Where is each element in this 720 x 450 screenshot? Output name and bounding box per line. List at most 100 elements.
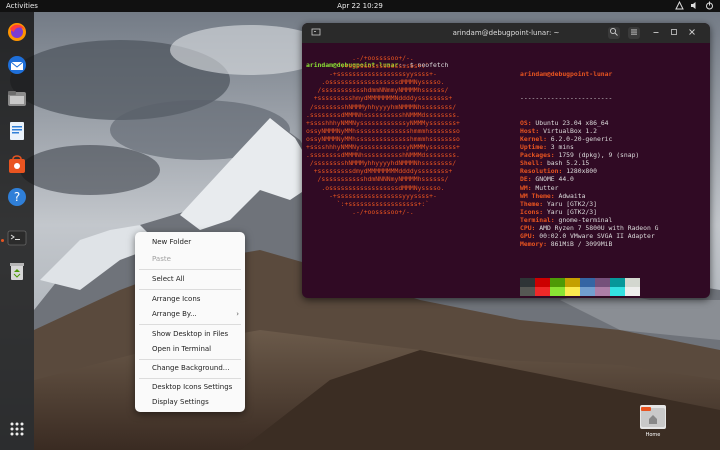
color-swatch (520, 287, 535, 296)
info-colon: : (539, 159, 547, 168)
svg-text:?: ? (14, 190, 20, 204)
info-colon: : (539, 199, 547, 208)
info-line: OS: Ubuntu 23.04 x86_64 (520, 119, 659, 127)
color-swatch (610, 278, 625, 287)
info-key: WM (520, 183, 528, 192)
info-value: 3 mins (550, 143, 574, 152)
info-value: bash 5.2.15 (546, 159, 590, 168)
search-icon[interactable] (608, 27, 620, 39)
info-line: Shell: bash 5.2.15 (520, 159, 659, 167)
info-colon: : (543, 134, 551, 143)
software-icon[interactable] (5, 152, 29, 176)
writer-icon[interactable] (5, 119, 29, 143)
top-bar: Activities Apr 22 10:29 (0, 0, 720, 12)
info-line: Resolution: 1280x800 (520, 167, 659, 175)
desktop-context-menu: New Folder Paste Select All Arrange Icon… (135, 232, 245, 412)
info-line: Kernel: 6.2.0-20-generic (520, 135, 659, 143)
clock[interactable]: Apr 22 10:29 (0, 2, 720, 10)
info-value: Mutter (535, 183, 559, 192)
menu-item-arrange-by[interactable]: Arrange By... (152, 310, 242, 318)
color-swatch (580, 287, 595, 296)
menu-item-desktop-icons-settings[interactable]: Desktop Icons Settings (152, 383, 242, 391)
info-separator: ------------------------ (520, 94, 613, 103)
info-line: Packages: 1759 (dpkg), 9 (snap) (520, 151, 659, 159)
info-value: gnome-terminal (558, 215, 613, 224)
home-label: Home (645, 432, 661, 438)
color-swatch (595, 278, 610, 287)
info-line: Icons: Yaru [GTK2/3] (520, 208, 659, 216)
volume-icon[interactable] (690, 1, 699, 10)
help-icon[interactable]: ? (5, 185, 29, 209)
app-grid-icon[interactable] (5, 417, 29, 441)
menu-item-arrange-icons[interactable]: Arrange Icons (152, 295, 242, 303)
color-swatch (625, 287, 640, 296)
ubuntu-ascii-logo: .-/+oossssoo+/-. `:+ssssssssssssssssss+:… (306, 54, 460, 216)
files-icon[interactable] (5, 86, 29, 110)
info-line: Terminal: gnome-terminal (520, 216, 659, 224)
info-key: Host (520, 126, 536, 135)
info-value: 1759 (dpkg), 9 (snap) (558, 151, 640, 160)
info-key: GPU (520, 232, 532, 241)
info-key: Packages (520, 151, 551, 160)
info-key: Theme (520, 199, 540, 208)
minimize-icon[interactable] (650, 27, 662, 39)
desktop-home-icon[interactable]: Home (636, 405, 670, 445)
info-colon: : (543, 143, 551, 152)
terminal-titlebar[interactable]: arindam@debugpoint-lunar: ~ (302, 23, 710, 43)
info-key: WM Theme (520, 191, 551, 200)
color-swatch (535, 278, 550, 287)
color-swatch (565, 287, 580, 296)
info-line: Memory: 861MiB / 3099MiB (520, 240, 659, 248)
system-tray[interactable] (675, 0, 714, 10)
menu-separator (139, 324, 241, 325)
info-line: WM: Mutter (520, 184, 659, 192)
info-key: Terminal (520, 215, 551, 224)
info-line: Uptime: 3 mins (520, 143, 659, 151)
color-swatch (520, 278, 535, 287)
info-key: Memory (520, 240, 544, 249)
info-value: Yaru [GTK2/3] (546, 207, 597, 216)
menu-item-change-background[interactable]: Change Background... (152, 364, 242, 372)
menu-separator (139, 378, 241, 379)
terminal-output[interactable]: arindam@debugpoint-lunar:~ $ neofetch .-… (306, 45, 706, 296)
menu-item-paste: Paste (152, 255, 171, 263)
terminal-icon[interactable] (5, 226, 29, 250)
firefox-icon[interactable] (5, 20, 29, 44)
info-user-host: arindam@debugpoint-lunar (520, 70, 613, 79)
color-swatch (610, 287, 625, 296)
info-key: Uptime (520, 143, 544, 152)
running-indicator (1, 239, 4, 242)
info-key: Shell (520, 159, 540, 168)
info-value: Adwaita (558, 191, 586, 200)
menu-item-open-in-terminal[interactable]: Open in Terminal (152, 345, 242, 353)
thunderbird-icon[interactable] (5, 53, 29, 77)
close-icon[interactable] (686, 27, 698, 39)
info-value: 6.2.0-20-generic (550, 134, 613, 143)
info-colon: : (535, 126, 544, 135)
dock: ? (0, 12, 34, 450)
network-icon[interactable] (675, 0, 684, 10)
info-line: Host: VirtualBox 1.2 (520, 127, 659, 135)
menu-item-select-all[interactable]: Select All (152, 275, 242, 283)
info-value: 861MiB / 3099MiB (550, 240, 613, 249)
info-value: AMD Ryzen 7 5800U with Radeon G (539, 223, 659, 232)
info-key: Resolution (520, 167, 559, 176)
terminal-window[interactable]: arindam@debugpoint-lunar: ~ arindam@debu… (302, 23, 710, 298)
menu-icon[interactable] (628, 27, 640, 39)
info-colon: : (543, 240, 551, 249)
info-key: CPU (520, 223, 532, 232)
color-swatch (550, 287, 565, 296)
menu-separator (139, 269, 241, 270)
maximize-icon[interactable] (668, 27, 680, 39)
info-value: GNOME 44.0 (535, 175, 574, 184)
menu-item-show-desktop-in-files[interactable]: Show Desktop in Files (152, 330, 242, 338)
color-swatch (580, 278, 595, 287)
color-swatch (625, 278, 640, 287)
power-icon[interactable] (705, 1, 714, 10)
trash-icon[interactable] (5, 259, 29, 283)
info-value: 1280x800 (566, 167, 597, 176)
menu-item-new-folder[interactable]: New Folder (152, 238, 242, 246)
menu-item-display-settings[interactable]: Display Settings (152, 398, 242, 406)
home-folder-icon (640, 405, 666, 429)
info-key: Kernel (520, 134, 544, 143)
